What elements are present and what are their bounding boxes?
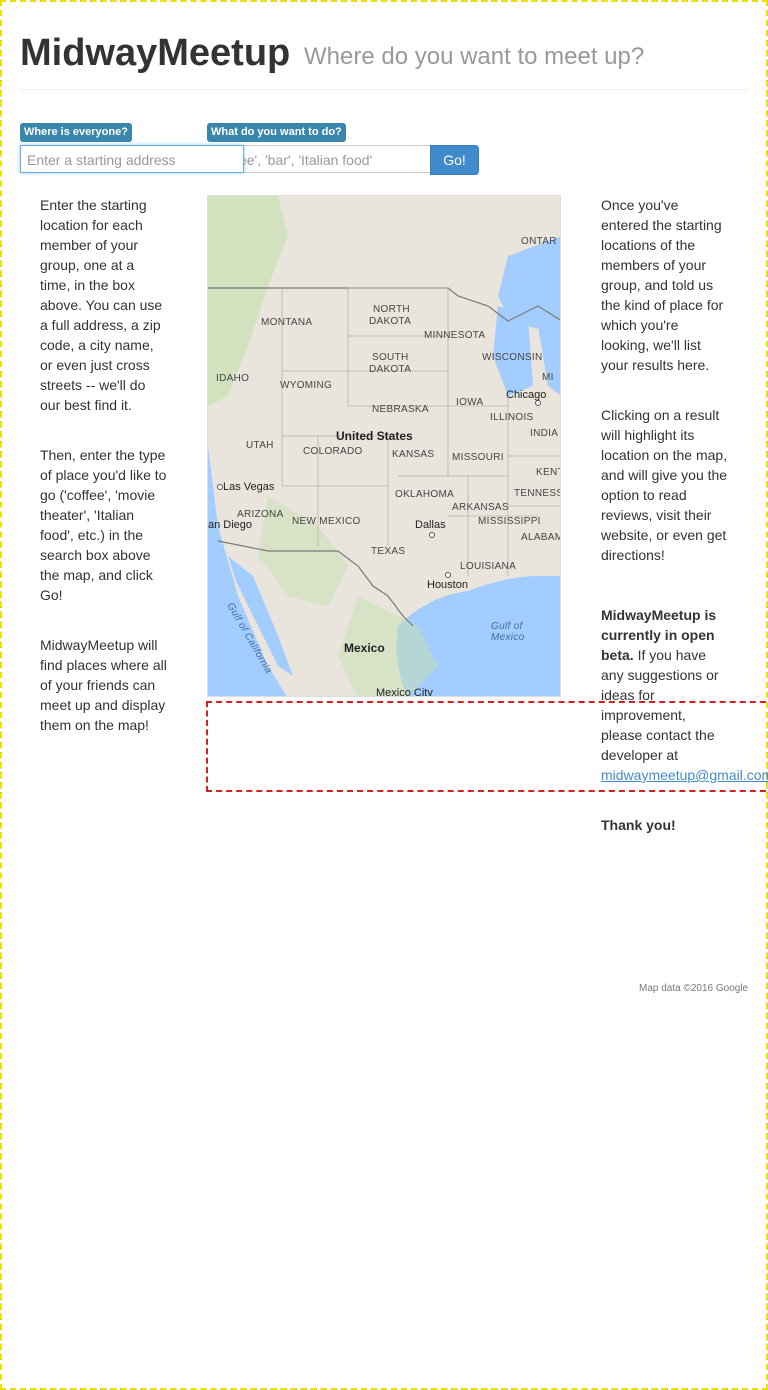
map-label-kansas: KANSAS [392,449,435,460]
map-label-colorado: COLORADO [303,446,363,457]
starting-address-input[interactable]: Enter a starting address [20,145,244,173]
map-label-missouri: MISSOURI [452,452,504,463]
map-label-idaho: IDAHO [216,373,250,384]
map-label-alabam: ALABAM [521,532,561,543]
map-label-iowa: IOWA [456,397,484,408]
map-label-wisconsin: WISCONSIN [482,352,543,363]
map-label-san-diego: an Diego [208,519,253,531]
map-label-texas: TEXAS [371,546,406,557]
map-label-mexico-city: Mexico City [376,687,433,697]
what-label: What do you want to do? [207,123,346,142]
map-label-new-mexico: NEW MEXICO [292,516,361,527]
map-label-gulf-of-mexico: Gulf of [491,621,523,632]
thank-you-text: Thank you! [601,817,676,833]
map-label-united-states: United States [336,429,413,443]
map-label-ontario: ONTAR [521,236,557,247]
map-label-chicago: Chicago [506,389,547,401]
map-label-houston: Houston [427,579,468,591]
developer-email-link[interactable]: midwaymeetup@gmail.com [601,767,768,783]
map-attribution: Map data ©2016 Google [639,983,749,994]
instruction-paragraph-2: Then, enter the type of place you'd like… [40,447,167,603]
map-label-montana: MONTANA [261,317,313,328]
map-label-nebraska: NEBRASKA [372,404,429,415]
map-label-illinois: ILLINOIS [490,412,534,423]
where-label: Where is everyone? [20,123,132,142]
map-label-mexico: Mexico [344,641,385,655]
map-label-las-vegas: Las Vegas [223,481,275,493]
map-label-north-dakota-2: DAKOTA [369,316,412,327]
left-instructions: Enter the starting location for each mem… [40,195,168,765]
map-label-minnesota: MINNESOTA [424,330,486,341]
go-button[interactable]: Go! [430,145,479,175]
page-header: MidwayMeetup Where do you want to meet u… [20,24,748,90]
map-label-north-dakota: NORTH [373,304,410,315]
map-label-south-dakota: SOUTH [372,352,409,363]
map-label-utah: UTAH [246,440,274,451]
starting-address-placeholder: Enter a starting address [27,152,176,168]
click-info-paragraph: Clicking on a result will highlight its … [601,407,728,563]
map-label-mississippi: MISSISSIPPI [478,516,541,527]
beta-text: If you have any suggestions or ideas for… [601,647,719,763]
right-info: Once you've entered the starting locatio… [601,195,768,865]
map-label-dallas: Dallas [415,519,446,531]
map-label-mi: MI [542,372,554,383]
results-info-paragraph: Once you've entered the starting locatio… [601,197,724,373]
map-label-gulf-of-mexico-2: Mexico [491,632,525,643]
map-label-oklahoma: OKLAHOMA [395,489,455,500]
instruction-paragraph-3: MidwayMeetup will find places where all … [40,637,167,733]
tagline: Where do you want to meet up? [304,43,645,70]
map-canvas[interactable]: ONTAR NORTH DAKOTA MONTANA MINNESOTA SOU… [207,195,561,697]
instruction-paragraph-1: Enter the starting location for each mem… [40,197,163,413]
map-label-south-dakota-2: DAKOTA [369,364,412,375]
map-label-wyoming: WYOMING [280,380,333,391]
map-label-india: INDIA [530,428,559,439]
map-label-tenness: TENNESS [514,488,561,499]
brand-title[interactable]: MidwayMeetup [20,32,290,75]
map-label-kent: KENT [536,467,560,478]
map-label-louisiana: LOUISIANA [460,561,517,572]
map-label-arkansas: ARKANSAS [452,502,509,513]
beta-paragraph: MidwayMeetup is currently in open beta. … [601,605,768,785]
